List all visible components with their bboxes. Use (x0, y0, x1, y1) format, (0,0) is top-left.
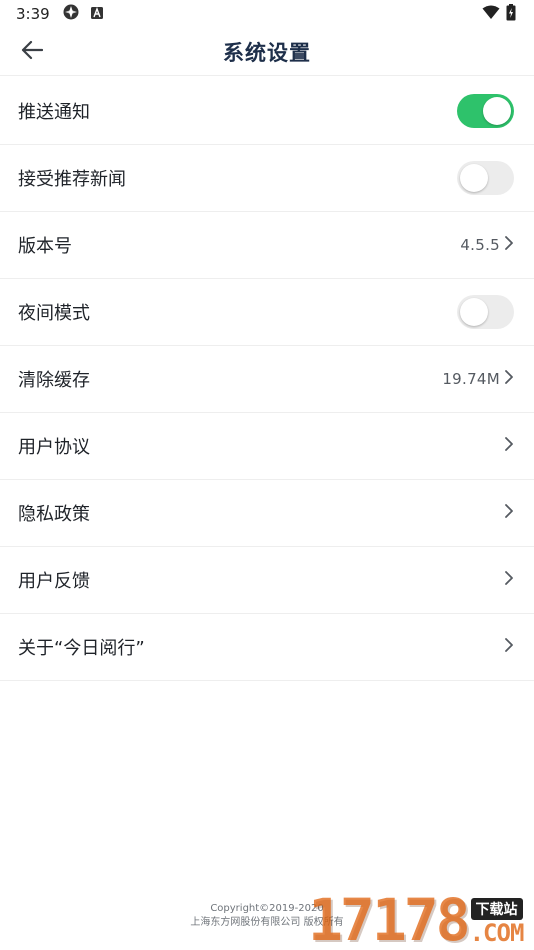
arrow-left-icon (21, 40, 44, 64)
setting-feedback[interactable]: 用户反馈 (0, 547, 534, 614)
cache-size-value: 19.74M (442, 370, 500, 388)
push-notification-toggle[interactable] (457, 94, 514, 128)
page-title: 系统设置 (223, 40, 311, 65)
battery-charging-icon (506, 3, 516, 25)
wifi-icon (482, 5, 500, 24)
setting-recommended-news: 接受推荐新闻 (0, 145, 534, 212)
app-notification-icon (62, 3, 80, 25)
setting-control (504, 503, 514, 523)
chevron-right-icon (504, 637, 514, 657)
setting-night-mode: 夜间模式 (0, 279, 534, 346)
watermark-badge: 下载站 (470, 898, 523, 920)
setting-privacy-policy[interactable]: 隐私政策 (0, 480, 534, 547)
setting-control: 4.5.5 (460, 235, 514, 255)
watermark-logo: 17178 下载站 .COM (308, 884, 534, 950)
watermark-suffix: .COM (469, 919, 525, 947)
setting-control (457, 295, 514, 329)
setting-control (504, 436, 514, 456)
recommended-news-toggle[interactable] (457, 161, 514, 195)
chevron-right-icon (504, 235, 514, 255)
chevron-right-icon (504, 570, 514, 590)
setting-label: 用户反馈 (18, 571, 90, 592)
setting-version[interactable]: 版本号 4.5.5 (0, 212, 534, 279)
setting-label: 关于“今日阅行” (18, 638, 145, 659)
setting-label: 版本号 (18, 236, 72, 257)
status-right-icons (482, 3, 516, 25)
chevron-right-icon (504, 369, 514, 389)
setting-label: 接受推荐新闻 (18, 169, 126, 190)
watermark-digits: 17178 (308, 886, 471, 950)
setting-label: 隐私政策 (18, 504, 90, 525)
chevron-right-icon (504, 503, 514, 523)
setting-control (504, 570, 514, 590)
text-notification-icon (90, 5, 104, 24)
setting-label: 推送通知 (18, 102, 90, 123)
setting-user-agreement[interactable]: 用户协议 (0, 413, 534, 480)
toggle-knob (483, 97, 511, 125)
status-time: 3:39 (16, 5, 50, 23)
setting-clear-cache[interactable]: 清除缓存 19.74M (0, 346, 534, 413)
chevron-right-icon (504, 436, 514, 456)
toggle-knob (460, 298, 488, 326)
status-bar: 3:39 (0, 0, 534, 28)
status-left-icons (62, 3, 104, 25)
setting-push-notification: 推送通知 (0, 78, 534, 145)
setting-control: 19.74M (442, 369, 514, 389)
version-value: 4.5.5 (460, 236, 500, 254)
toggle-knob (460, 164, 488, 192)
settings-list: 推送通知 接受推荐新闻 版本号 4.5.5 夜间模式 清除缓存 19.74M 用… (0, 78, 534, 681)
watermark-side: 下载站 .COM (470, 898, 524, 946)
setting-control (457, 161, 514, 195)
setting-about[interactable]: 关于“今日阅行” (0, 614, 534, 681)
back-button[interactable] (10, 36, 54, 68)
setting-label: 夜间模式 (18, 303, 90, 324)
night-mode-toggle[interactable] (457, 295, 514, 329)
setting-label: 用户协议 (18, 437, 90, 458)
setting-label: 清除缓存 (18, 370, 90, 391)
nav-bar: 系统设置 (0, 28, 534, 76)
setting-control (504, 637, 514, 657)
setting-control (457, 94, 514, 128)
